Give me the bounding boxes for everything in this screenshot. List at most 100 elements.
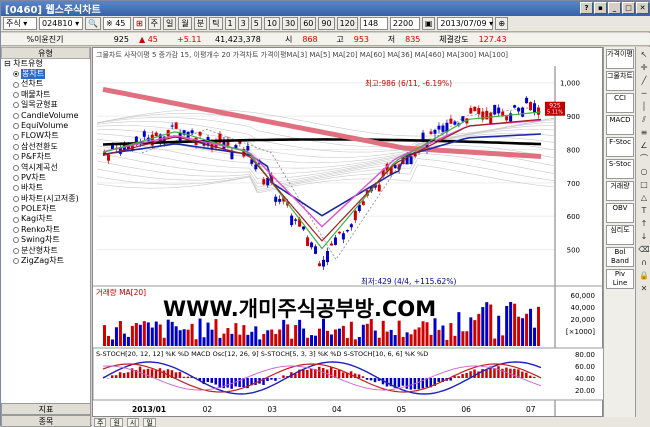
indicator-button[interactable]: 심리도 xyxy=(606,225,634,245)
chart-type-item[interactable]: POLE차트 xyxy=(1,204,90,214)
cursor-icon[interactable]: ↖ xyxy=(638,49,650,60)
chart-type-item[interactable]: 바차트 xyxy=(1,183,90,193)
circle-tool-icon[interactable]: ○ xyxy=(638,166,650,177)
hline-tool-icon[interactable]: ─ xyxy=(638,88,650,99)
period-minute-button[interactable]: 분 xyxy=(194,17,207,30)
indicator-button[interactable]: Piv Line xyxy=(606,269,634,289)
maximize-button[interactable]: □ xyxy=(622,2,635,14)
period-5-button[interactable]: 5 xyxy=(251,17,262,30)
indicator-button[interactable]: F-Stoc xyxy=(606,137,634,157)
period-120-button[interactable]: 120 xyxy=(337,17,358,30)
period-3-button[interactable]: 3 xyxy=(238,17,249,30)
radio-icon[interactable] xyxy=(13,71,19,77)
radio-icon[interactable] xyxy=(13,102,19,108)
radio-icon[interactable] xyxy=(13,248,19,254)
arrow-up-icon[interactable]: ↑ xyxy=(638,218,650,229)
pin-button[interactable]: ▪ xyxy=(594,2,607,14)
close-button[interactable]: ✕ xyxy=(636,2,649,14)
period-10-button[interactable]: 10 xyxy=(264,17,280,30)
vline-tool-icon[interactable]: │ xyxy=(638,101,650,112)
radio-icon[interactable] xyxy=(13,144,19,150)
period-30-button[interactable]: 30 xyxy=(282,17,298,30)
code-input[interactable]: 024810 ▾ xyxy=(39,17,83,30)
crosshair-icon[interactable]: ✛ xyxy=(638,62,650,73)
text-tool-icon[interactable]: T xyxy=(638,205,650,216)
footer-tab-0[interactable]: 주 xyxy=(94,418,106,427)
radio-icon[interactable] xyxy=(13,206,19,212)
footer-tab-2[interactable]: 시 xyxy=(127,418,139,427)
arc-tool-icon[interactable]: ⌒ xyxy=(638,153,650,164)
radio-icon[interactable] xyxy=(13,134,19,140)
radio-icon[interactable] xyxy=(13,82,19,88)
count-input-1[interactable]: 148 xyxy=(360,17,388,30)
chart-type-item[interactable]: 삼선전환도 xyxy=(1,142,90,152)
period-tick-button[interactable]: 틱 xyxy=(209,17,222,30)
chart-settings-icon[interactable]: ▣ xyxy=(422,17,436,30)
market-select[interactable]: 주식 ▾ xyxy=(3,17,37,30)
indicator-button[interactable]: Bol Band xyxy=(606,247,634,267)
chart-type-item[interactable]: CandleVolume xyxy=(1,111,90,121)
chart-type-item[interactable]: Renko차트 xyxy=(1,225,90,235)
fibo-tool-icon[interactable]: ≡ xyxy=(638,127,650,138)
period-60-button[interactable]: 60 xyxy=(300,17,316,30)
radio-icon[interactable] xyxy=(13,258,19,264)
line-tool-icon[interactable]: ╱ xyxy=(638,75,650,86)
chart-type-item[interactable]: 역시계곡선 xyxy=(1,163,90,173)
chart-type-item[interactable]: FLOW차트 xyxy=(1,131,90,141)
chart-type-item[interactable]: 일목균형표 xyxy=(1,100,90,110)
chart-type-item[interactable]: 매물차트 xyxy=(1,90,90,100)
radio-icon[interactable] xyxy=(13,165,19,171)
radio-icon[interactable] xyxy=(13,217,19,223)
radio-icon[interactable] xyxy=(13,175,19,181)
chart-type-item[interactable]: 선차트 xyxy=(1,79,90,89)
help-button[interactable]: ? xyxy=(580,2,593,14)
radio-icon[interactable] xyxy=(13,196,19,202)
period-month-button[interactable]: 월 xyxy=(178,17,191,30)
radio-icon[interactable] xyxy=(13,185,19,191)
count-input-2[interactable]: 2200 xyxy=(390,17,420,30)
tree-root[interactable]: ⊟ 차트유형 xyxy=(1,59,90,69)
period-week-button[interactable]: 주 xyxy=(148,17,161,30)
footer-tab-3[interactable]: 일 xyxy=(143,418,155,427)
tab-stocks[interactable]: 종목 xyxy=(1,415,91,427)
zoom-icon[interactable]: ⊕ xyxy=(495,17,508,30)
radio-icon[interactable] xyxy=(13,92,19,98)
radio-icon[interactable] xyxy=(13,113,19,119)
chart-type-item[interactable]: Swing차트 xyxy=(1,235,90,245)
magnet-icon[interactable]: ∩ xyxy=(638,257,650,268)
chart-type-item[interactable]: P&F차트 xyxy=(1,152,90,162)
chart-type-item[interactable]: 봉차트 xyxy=(1,69,90,79)
angle-tool-icon[interactable]: ∠ xyxy=(638,140,650,151)
chart-type-item[interactable]: Kagi차트 xyxy=(1,214,90,224)
triangle-tool-icon[interactable]: △ xyxy=(638,192,650,203)
chart-area[interactable]: 그물차트 사작이평 5 증가감 15, 이평개수 20 가격차트 가격이평MA[… xyxy=(92,47,603,417)
radio-icon[interactable] xyxy=(13,227,19,233)
indicator-button[interactable]: 거래량 xyxy=(606,181,634,201)
minimize-button[interactable]: _ xyxy=(608,2,621,14)
chart-type-item[interactable]: ZigZag차트 xyxy=(1,256,90,266)
eraser-icon[interactable]: ⌫ xyxy=(638,244,650,255)
rect-tool-icon[interactable]: □ xyxy=(638,179,650,190)
channel-tool-icon[interactable]: ⫽ xyxy=(638,114,650,125)
radio-icon[interactable] xyxy=(13,154,19,160)
indicator-button[interactable]: 그물차트 xyxy=(606,71,634,91)
indicator-button[interactable]: MACD xyxy=(606,115,634,135)
indicator-button[interactable]: S-Stoc xyxy=(606,159,634,179)
chart-type-item[interactable]: EquiVolume xyxy=(1,121,90,131)
radio-icon[interactable] xyxy=(13,237,19,243)
indicator-button[interactable]: 가격이평 xyxy=(606,49,634,69)
chart-type-item[interactable]: 바차트(시고저종) xyxy=(1,194,90,204)
footer-tab-1[interactable]: 원 xyxy=(110,418,122,427)
indicator-button[interactable]: OBV xyxy=(606,203,634,223)
tab-indicators[interactable]: 지표 xyxy=(1,403,91,415)
date-input[interactable]: 2013/07/09 ▾ xyxy=(437,17,493,30)
chart-type-item[interactable]: PV차트 xyxy=(1,173,90,183)
radio-icon[interactable] xyxy=(13,123,19,129)
arrow-down-icon[interactable]: ↓ xyxy=(638,231,650,242)
lock-icon[interactable]: 🔒 xyxy=(638,270,650,281)
chart-type-item[interactable]: 분산형차트 xyxy=(1,246,90,256)
period-1-button[interactable]: 1 xyxy=(225,17,236,30)
favorite-button[interactable]: ⊞ xyxy=(133,17,146,30)
period-90-button[interactable]: 90 xyxy=(318,17,334,30)
delete-icon[interactable]: ✕ xyxy=(638,283,650,294)
